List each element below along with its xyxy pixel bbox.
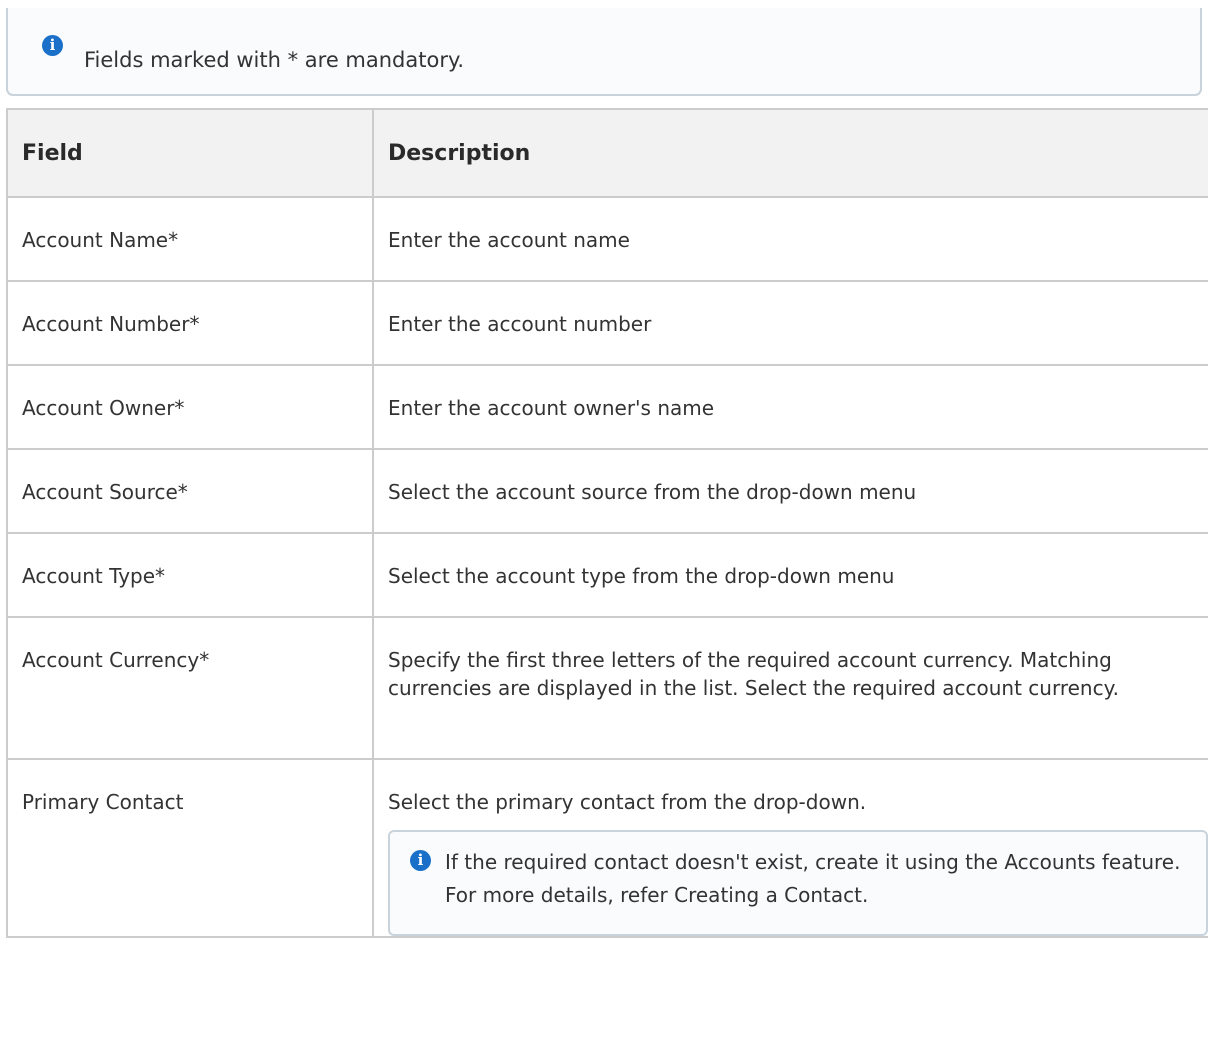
table-row: Primary Contact Select the primary conta… bbox=[6, 758, 1208, 938]
table-row: Account Name* Enter the account name bbox=[6, 196, 1208, 282]
info-icon: i bbox=[410, 850, 431, 871]
description-cell-with-note: Select the primary contact from the drop… bbox=[372, 758, 1208, 938]
column-header-field: Field bbox=[6, 108, 374, 198]
table-row: Account Source* Select the account sourc… bbox=[6, 448, 1208, 534]
column-header-description: Description bbox=[372, 108, 1208, 198]
table-row: Account Type* Select the account type fr… bbox=[6, 532, 1208, 618]
contact-note: i If the required contact doesn't exist,… bbox=[388, 830, 1208, 936]
field-cell: Account Name* bbox=[6, 196, 374, 282]
fields-table: Field Description Account Name* Enter th… bbox=[6, 108, 1208, 938]
field-cell: Account Owner* bbox=[6, 364, 374, 450]
mandatory-note-text: Fields marked with * are mandatory. bbox=[84, 48, 465, 72]
table-header-row: Field Description bbox=[6, 108, 1208, 198]
mandatory-fields-note: i Fields marked with * are mandatory. bbox=[6, 8, 1202, 96]
table-row: Account Currency* Specify the first thre… bbox=[6, 616, 1208, 760]
field-cell: Account Number* bbox=[6, 280, 374, 366]
description-cell: Enter the account name bbox=[372, 196, 1208, 282]
contact-note-text: If the required contact doesn't exist, c… bbox=[445, 850, 1181, 907]
description-cell: Enter the account owner's name bbox=[372, 364, 1208, 450]
field-cell: Account Source* bbox=[6, 448, 374, 534]
field-cell: Primary Contact bbox=[6, 758, 374, 938]
table-row: Account Owner* Enter the account owner's… bbox=[6, 364, 1208, 450]
field-cell: Account Currency* bbox=[6, 616, 374, 760]
description-cell: Select the account type from the drop-do… bbox=[372, 532, 1208, 618]
table-row: Account Number* Enter the account number bbox=[6, 280, 1208, 366]
description-cell: Specify the first three letters of the r… bbox=[372, 616, 1208, 760]
info-icon: i bbox=[42, 35, 63, 56]
description-cell: Select the account source from the drop-… bbox=[372, 448, 1208, 534]
description-cell: Enter the account number bbox=[372, 280, 1208, 366]
description-text: Select the primary contact from the drop… bbox=[388, 790, 867, 814]
field-cell: Account Type* bbox=[6, 532, 374, 618]
